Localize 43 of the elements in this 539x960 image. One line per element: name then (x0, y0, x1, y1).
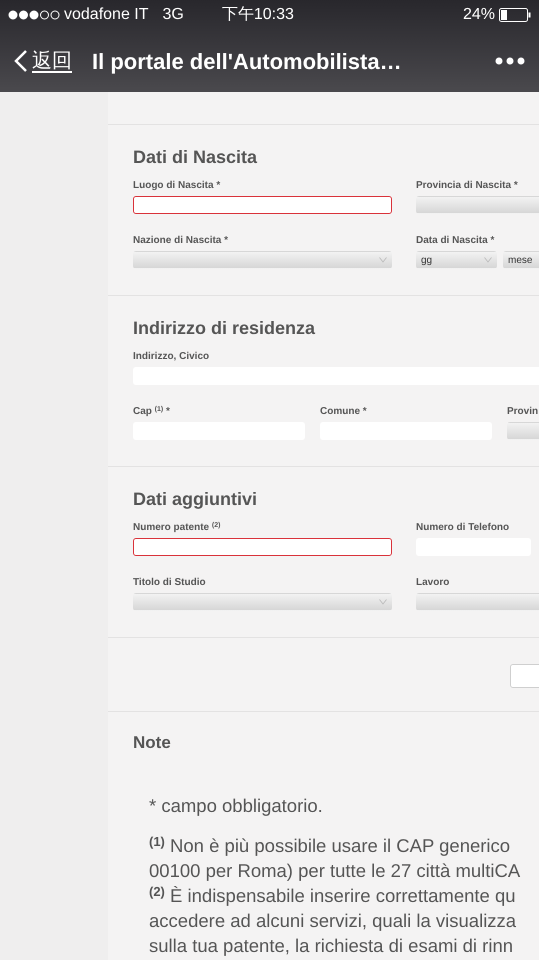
note-line: $^{(1)}$ Non è più possibile usare il CAP generico (149, 833, 510, 858)
select-field[interactable] (416, 593, 539, 611)
chevron-down-icon (379, 257, 387, 263)
notes-title: Note (133, 732, 172, 754)
note-line: $^{(2)}$ È indispensabile inserire correttamente qu (149, 883, 516, 908)
select-field[interactable]: mese (503, 251, 539, 269)
select-field[interactable] (133, 251, 392, 269)
note-line: 00100 per Roma) per tutte le 27 città multiCA (149, 859, 520, 883)
battery-icon (499, 8, 531, 22)
back-button[interactable]: 返回 (14, 46, 72, 76)
field-label: Provin (507, 406, 539, 418)
field-label: Titolo di Studio (133, 577, 207, 589)
page-title: Il portale dell'Automobilista… (92, 48, 402, 76)
field-label: Numero di Telefono (416, 522, 510, 534)
network-type: 3G (162, 5, 184, 25)
note-line: accedere ad alcuni servizi, quali la visualizza (149, 909, 516, 933)
field-label: Numero patente $^{(2)}$ (133, 522, 222, 534)
field-label: Luogo di Nascita * (133, 180, 222, 192)
clock-time: 下午10:33 (222, 5, 294, 25)
field-label: Lavoro (416, 577, 450, 589)
select-field[interactable] (416, 196, 539, 214)
carrier-name: vodafone IT (64, 5, 148, 25)
chevron-down-icon (484, 257, 492, 263)
section-title: Dati aggiuntivi (133, 488, 258, 511)
field-label: Comune * (320, 406, 368, 418)
field-label: Cap $^{(1)}$ * (133, 406, 171, 418)
required-note: * campo obbligatorio. (149, 794, 323, 818)
field-label: Data di Nascita * (416, 235, 496, 247)
field-label: Provincia di Nascita * (416, 180, 519, 192)
battery-percent: 24% (462, 5, 495, 25)
section-title: Indirizzo di residenza (133, 317, 316, 340)
field-label: Nazione di Nascita * (133, 235, 230, 247)
text-field[interactable] (133, 196, 392, 214)
signal-icon (8, 10, 60, 20)
section-title: Dati di Nascita (133, 146, 258, 169)
field-label: Indirizzo, Civico (133, 351, 210, 363)
select-field[interactable]: gg (416, 251, 497, 269)
back-chevron-icon (14, 49, 28, 73)
note-line: sulla tua patente, la richiesta di esami di rinn (149, 934, 514, 958)
select-field[interactable] (133, 593, 392, 611)
chevron-down-icon (379, 599, 387, 605)
more-icon[interactable] (495, 57, 525, 65)
text-field[interactable] (133, 538, 392, 556)
